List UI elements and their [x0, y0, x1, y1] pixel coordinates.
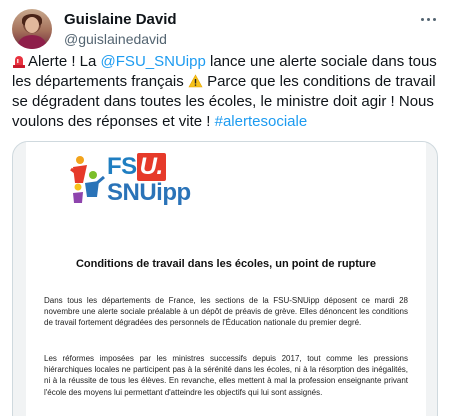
document-page: FS U. SNUipp Conditions de travail dans l… [26, 142, 426, 416]
avatar-shoulder [18, 35, 46, 49]
document-title: Conditions de travail dans les écoles, u… [75, 258, 377, 270]
tweet-text: Alerte ! La @FSU_SNUipp lance une alerte… [12, 52, 440, 132]
logo-snuipp-text: SNUipp [107, 179, 191, 206]
more-options-icon[interactable] [418, 12, 438, 26]
author-handle[interactable]: @guislainedavid [64, 31, 167, 47]
tweet-seg1: Alerte ! La [28, 53, 101, 70]
mention-link[interactable]: @FSU_SNUipp [101, 53, 206, 70]
avatar[interactable] [12, 9, 52, 49]
children-mascot-icon [70, 156, 105, 203]
document-paragraph-1: Dans tous les départements de France, le… [44, 296, 408, 328]
avatar-face [25, 17, 39, 33]
warning-icon [188, 74, 203, 88]
logo-fsu-text: FS U. [107, 153, 166, 181]
attached-image[interactable]: FS U. SNUipp Conditions de travail dans l… [12, 141, 438, 416]
hashtag-link[interactable]: #alertesociale [215, 113, 308, 130]
fsu-snuipp-logo: FS U. SNUipp [69, 149, 209, 213]
rotating-light-icon [13, 56, 25, 68]
author-display-name[interactable]: Guislaine David [64, 11, 177, 28]
document-paragraph-2: Les réformes imposées par les ministres … [44, 354, 408, 397]
